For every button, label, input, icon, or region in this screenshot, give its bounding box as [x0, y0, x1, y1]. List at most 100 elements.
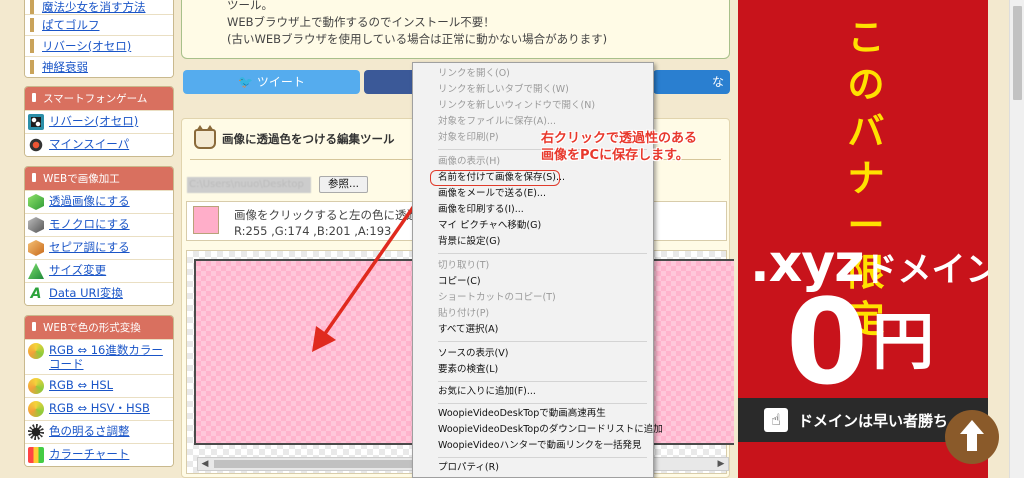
- nav-heading: WEBで画像加工: [25, 167, 173, 190]
- menu-item-set-background[interactable]: 背景に設定(G): [438, 236, 500, 248]
- tool-title-text: 画像に透過色をつける編集ツール: [222, 132, 395, 146]
- menu-item-save-target[interactable]: 対象をファイルに保存(A)...: [438, 116, 556, 128]
- sidebar-item-label: 神経衰弱: [42, 60, 88, 74]
- description-line: (古いWEBブラウザを使用している場合は正常に動かない場合があります): [227, 32, 608, 46]
- nav-box-color-tools: WEBで色の形式変換 RGB ⇔ 16進数カラーコード RGB ⇔ HSL RG…: [24, 315, 174, 467]
- menu-item-properties[interactable]: プロパティ(R): [438, 462, 499, 474]
- sidebar: 魔法少女を消す方法 ぱてゴルフ リバーシ(オセロ) 神経衰弱 スマートフォンゲー…: [24, 0, 174, 473]
- scroll-left-icon[interactable]: ◀: [198, 458, 212, 470]
- hand-pointer-icon: ☝: [764, 408, 788, 432]
- menu-item-copy[interactable]: コピー(C): [438, 276, 481, 288]
- ad-price: 0円: [786, 283, 934, 401]
- description-line: ツール。: [227, 0, 273, 12]
- sidebar-item-label: Data URI変換: [49, 286, 123, 300]
- browse-button[interactable]: 参照...: [319, 176, 369, 193]
- color-swatch: [193, 206, 219, 234]
- menu-separator: [438, 403, 647, 404]
- sidebar-item-brightness[interactable]: 色の明るさ調整: [25, 420, 173, 443]
- nav-box-image-tools: WEBで画像加工 透過画像にする モノクロにする セピア調にする サイズ変更 A…: [24, 166, 174, 306]
- bar-icon: [30, 60, 34, 74]
- tweet-button[interactable]: 🐦 ツイート: [183, 70, 360, 94]
- menu-item-open-new-window[interactable]: リンクを新しいウィンドウで開く(N): [438, 100, 595, 112]
- sidebar-item-label: RGB ⇔ HSL: [49, 378, 114, 392]
- sidebar-item-mahou[interactable]: 魔法少女を消す方法: [25, 0, 173, 14]
- sidebar-item-concentration[interactable]: 神経衰弱: [25, 56, 173, 77]
- bar-icon: [30, 39, 34, 53]
- context-menu: リンクを開く(O) リンクを新しいタブで開く(W) リンクを新しいウィンドウで開…: [412, 62, 663, 478]
- nav-box-smartphone: スマートフォンゲーム リバーシ(オセロ) マインスイーパ: [24, 86, 174, 157]
- sidebar-item-label: サイズ変更: [49, 263, 107, 277]
- menu-separator: [438, 341, 647, 342]
- ad-banner[interactable]: このバナー限定 .xyzドメイン 0円 ☝ ドメインは早い者勝ち: [738, 0, 988, 478]
- sidebar-item-label: リバーシ(オセロ): [42, 39, 132, 53]
- orange-cube-icon: [28, 240, 44, 256]
- sidebar-item-label: RGB ⇔ 16進数カラーコード: [49, 343, 163, 371]
- menu-item-add-favorites[interactable]: お気に入りに追加(F)...: [438, 386, 536, 398]
- menu-item-woopie-hunter[interactable]: WoopieVideoハンターで動画リンクを一括発見: [438, 440, 642, 452]
- sidebar-item-monochrome[interactable]: モノクロにする: [25, 213, 173, 236]
- page-scrollbar[interactable]: [1009, 0, 1024, 478]
- menu-item-my-pictures[interactable]: マイ ピクチャへ移動(G): [438, 220, 541, 232]
- menu-item-print-target[interactable]: 対象を印刷(P): [438, 132, 499, 144]
- menu-item-woopie-download[interactable]: WoopieVideoDeskTopのダウンロードリストに追加: [438, 424, 663, 436]
- scroll-to-top-button[interactable]: [945, 410, 999, 464]
- file-path-field[interactable]: C:\Users\nuuo\Desktop: [187, 176, 311, 193]
- sidebar-item-label: マインスイーパ: [49, 137, 130, 151]
- hatena-bookmark-button[interactable]: な: [653, 70, 730, 94]
- menu-item-view-source[interactable]: ソースの表示(V): [438, 348, 508, 360]
- menu-item-open-link[interactable]: リンクを開く(O): [438, 68, 510, 80]
- sidebar-item-label: モノクロにする: [49, 217, 130, 231]
- menu-item-open-new-tab[interactable]: リンクを新しいタブで開く(W): [438, 84, 569, 96]
- description-box: ツール。 WEBブラウザ上で動作するのでインストール不要！ (古いWEBブラウザ…: [181, 0, 730, 59]
- file-input-row: C:\Users\nuuo\Desktop 参照...: [187, 176, 369, 193]
- menu-item-print-image[interactable]: 画像を印刷する(I)...: [438, 204, 524, 216]
- a-letter-icon: A: [30, 286, 42, 302]
- rgb-icon: [28, 378, 44, 394]
- chart-icon: [28, 447, 44, 463]
- menu-item-cut[interactable]: 切り取り(T): [438, 260, 489, 272]
- annotation-callout: 右クリックで透過性のある 画像をPCに保存します。: [541, 130, 697, 164]
- sidebar-item-label: RGB ⇔ HSV・HSB: [49, 401, 150, 415]
- sidebar-item-transparent[interactable]: 透過画像にする: [25, 190, 173, 213]
- menu-item-inspect[interactable]: 要素の検査(L): [438, 364, 498, 376]
- sidebar-item-reversi-sp[interactable]: リバーシ(オセロ): [25, 110, 173, 133]
- nav-box-games: 魔法少女を消す方法 ぱてゴルフ リバーシ(オセロ) 神経衰弱: [24, 0, 174, 78]
- bar-icon: [30, 18, 34, 32]
- sidebar-item-sepia[interactable]: セピア調にする: [25, 236, 173, 259]
- gray-cube-icon: [28, 217, 44, 233]
- sidebar-item-datauri[interactable]: A Data URI変換: [25, 282, 173, 305]
- sidebar-item-color-chart[interactable]: カラーチャート: [25, 443, 173, 466]
- scrollbar-thumb[interactable]: [214, 460, 422, 468]
- sidebar-item-reversi[interactable]: リバーシ(オセロ): [25, 35, 173, 56]
- sidebar-item-resize[interactable]: サイズ変更: [25, 259, 173, 282]
- menu-item-email-image[interactable]: 画像をメールで送る(E)...: [438, 188, 546, 200]
- annotation-line: 画像をPCに保存します。: [541, 148, 689, 163]
- sidebar-item-rgb-hex[interactable]: RGB ⇔ 16進数カラーコード: [25, 339, 173, 374]
- sidebar-item-label: 透過画像にする: [49, 194, 130, 208]
- menu-separator: [438, 381, 647, 382]
- rgb-icon: [28, 343, 44, 359]
- rgb-icon: [28, 401, 44, 417]
- sidebar-item-label: カラーチャート: [49, 447, 130, 461]
- sidebar-item-rgb-hsv[interactable]: RGB ⇔ HSV・HSB: [25, 397, 173, 420]
- menu-item-paste[interactable]: 貼り付け(P): [438, 308, 489, 320]
- description-line: WEBブラウザ上で動作するのでインストール不要！: [227, 15, 495, 29]
- instruction-text: 画像をクリックすると左の色に透過色: [234, 208, 430, 222]
- brightness-icon: [28, 424, 44, 440]
- sidebar-item-rgb-hsl[interactable]: RGB ⇔ HSL: [25, 374, 173, 397]
- menu-item-woopie-play[interactable]: WoopieVideoDeskTopで動画高速再生: [438, 408, 606, 420]
- page-scrollbar-thumb[interactable]: [1013, 6, 1022, 100]
- menu-item-select-all[interactable]: すべて選択(A): [438, 324, 498, 336]
- sidebar-item-label: 色の明るさ調整: [49, 424, 130, 438]
- save-image-highlight: [430, 170, 560, 186]
- menu-separator: [438, 253, 647, 254]
- tweet-label: ツイート: [256, 75, 305, 89]
- menu-separator: [438, 457, 647, 458]
- menu-item-show-image[interactable]: 画像の表示(H): [438, 156, 500, 168]
- scroll-right-icon[interactable]: ▶: [714, 458, 728, 470]
- menu-item-copy-shortcut[interactable]: ショートカットのコピー(T): [438, 292, 556, 304]
- sidebar-item-minesweeper[interactable]: マインスイーパ: [25, 133, 173, 156]
- sidebar-item-golf[interactable]: ぱてゴルフ: [25, 14, 173, 35]
- ad-tagline: ドメインは早い者勝ち: [798, 412, 949, 430]
- twitter-bird-icon: 🐦: [238, 75, 257, 89]
